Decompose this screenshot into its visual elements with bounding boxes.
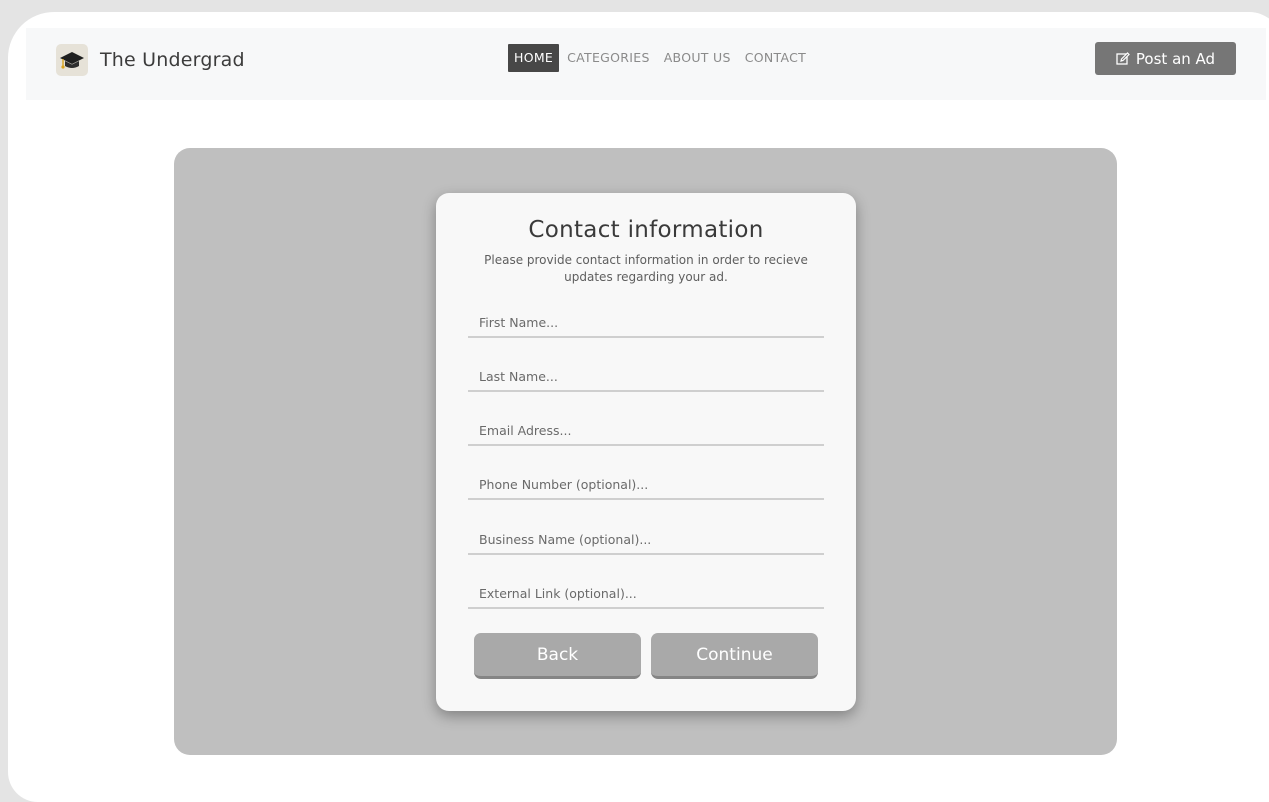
nav-item-contact[interactable]: CONTACT [745,44,806,72]
phone-field[interactable] [468,470,824,500]
page-frame: The Undergrad HOME CATEGORIES ABOUT US C… [8,12,1269,802]
nav-links: HOME CATEGORIES ABOUT US CONTACT [508,44,820,72]
email-field[interactable] [468,416,824,446]
brand[interactable]: The Undergrad [56,44,245,76]
first-name-field[interactable] [468,308,824,338]
post-an-ad-button[interactable]: Post an Ad [1095,42,1236,75]
post-an-ad-label: Post an Ad [1135,49,1216,68]
form-title: Contact information [528,217,764,243]
form-subtitle: Please provide contact information in or… [484,253,808,284]
nav-item-about-us[interactable]: ABOUT US [664,44,731,72]
contact-form-card: Contact information Please provide conta… [436,193,856,711]
nav-item-categories[interactable]: CATEGORIES [567,44,650,72]
external-link-field[interactable] [468,579,824,609]
business-name-field[interactable] [468,525,824,555]
last-name-field[interactable] [468,362,824,392]
nav-item-home[interactable]: HOME [508,44,560,72]
back-button[interactable]: Back [474,633,641,679]
graduation-cap-icon [56,44,88,76]
edit-icon [1116,51,1130,66]
continue-button[interactable]: Continue [651,633,818,679]
brand-name: The Undergrad [100,49,245,71]
navbar: The Undergrad HOME CATEGORIES ABOUT US C… [26,28,1266,100]
